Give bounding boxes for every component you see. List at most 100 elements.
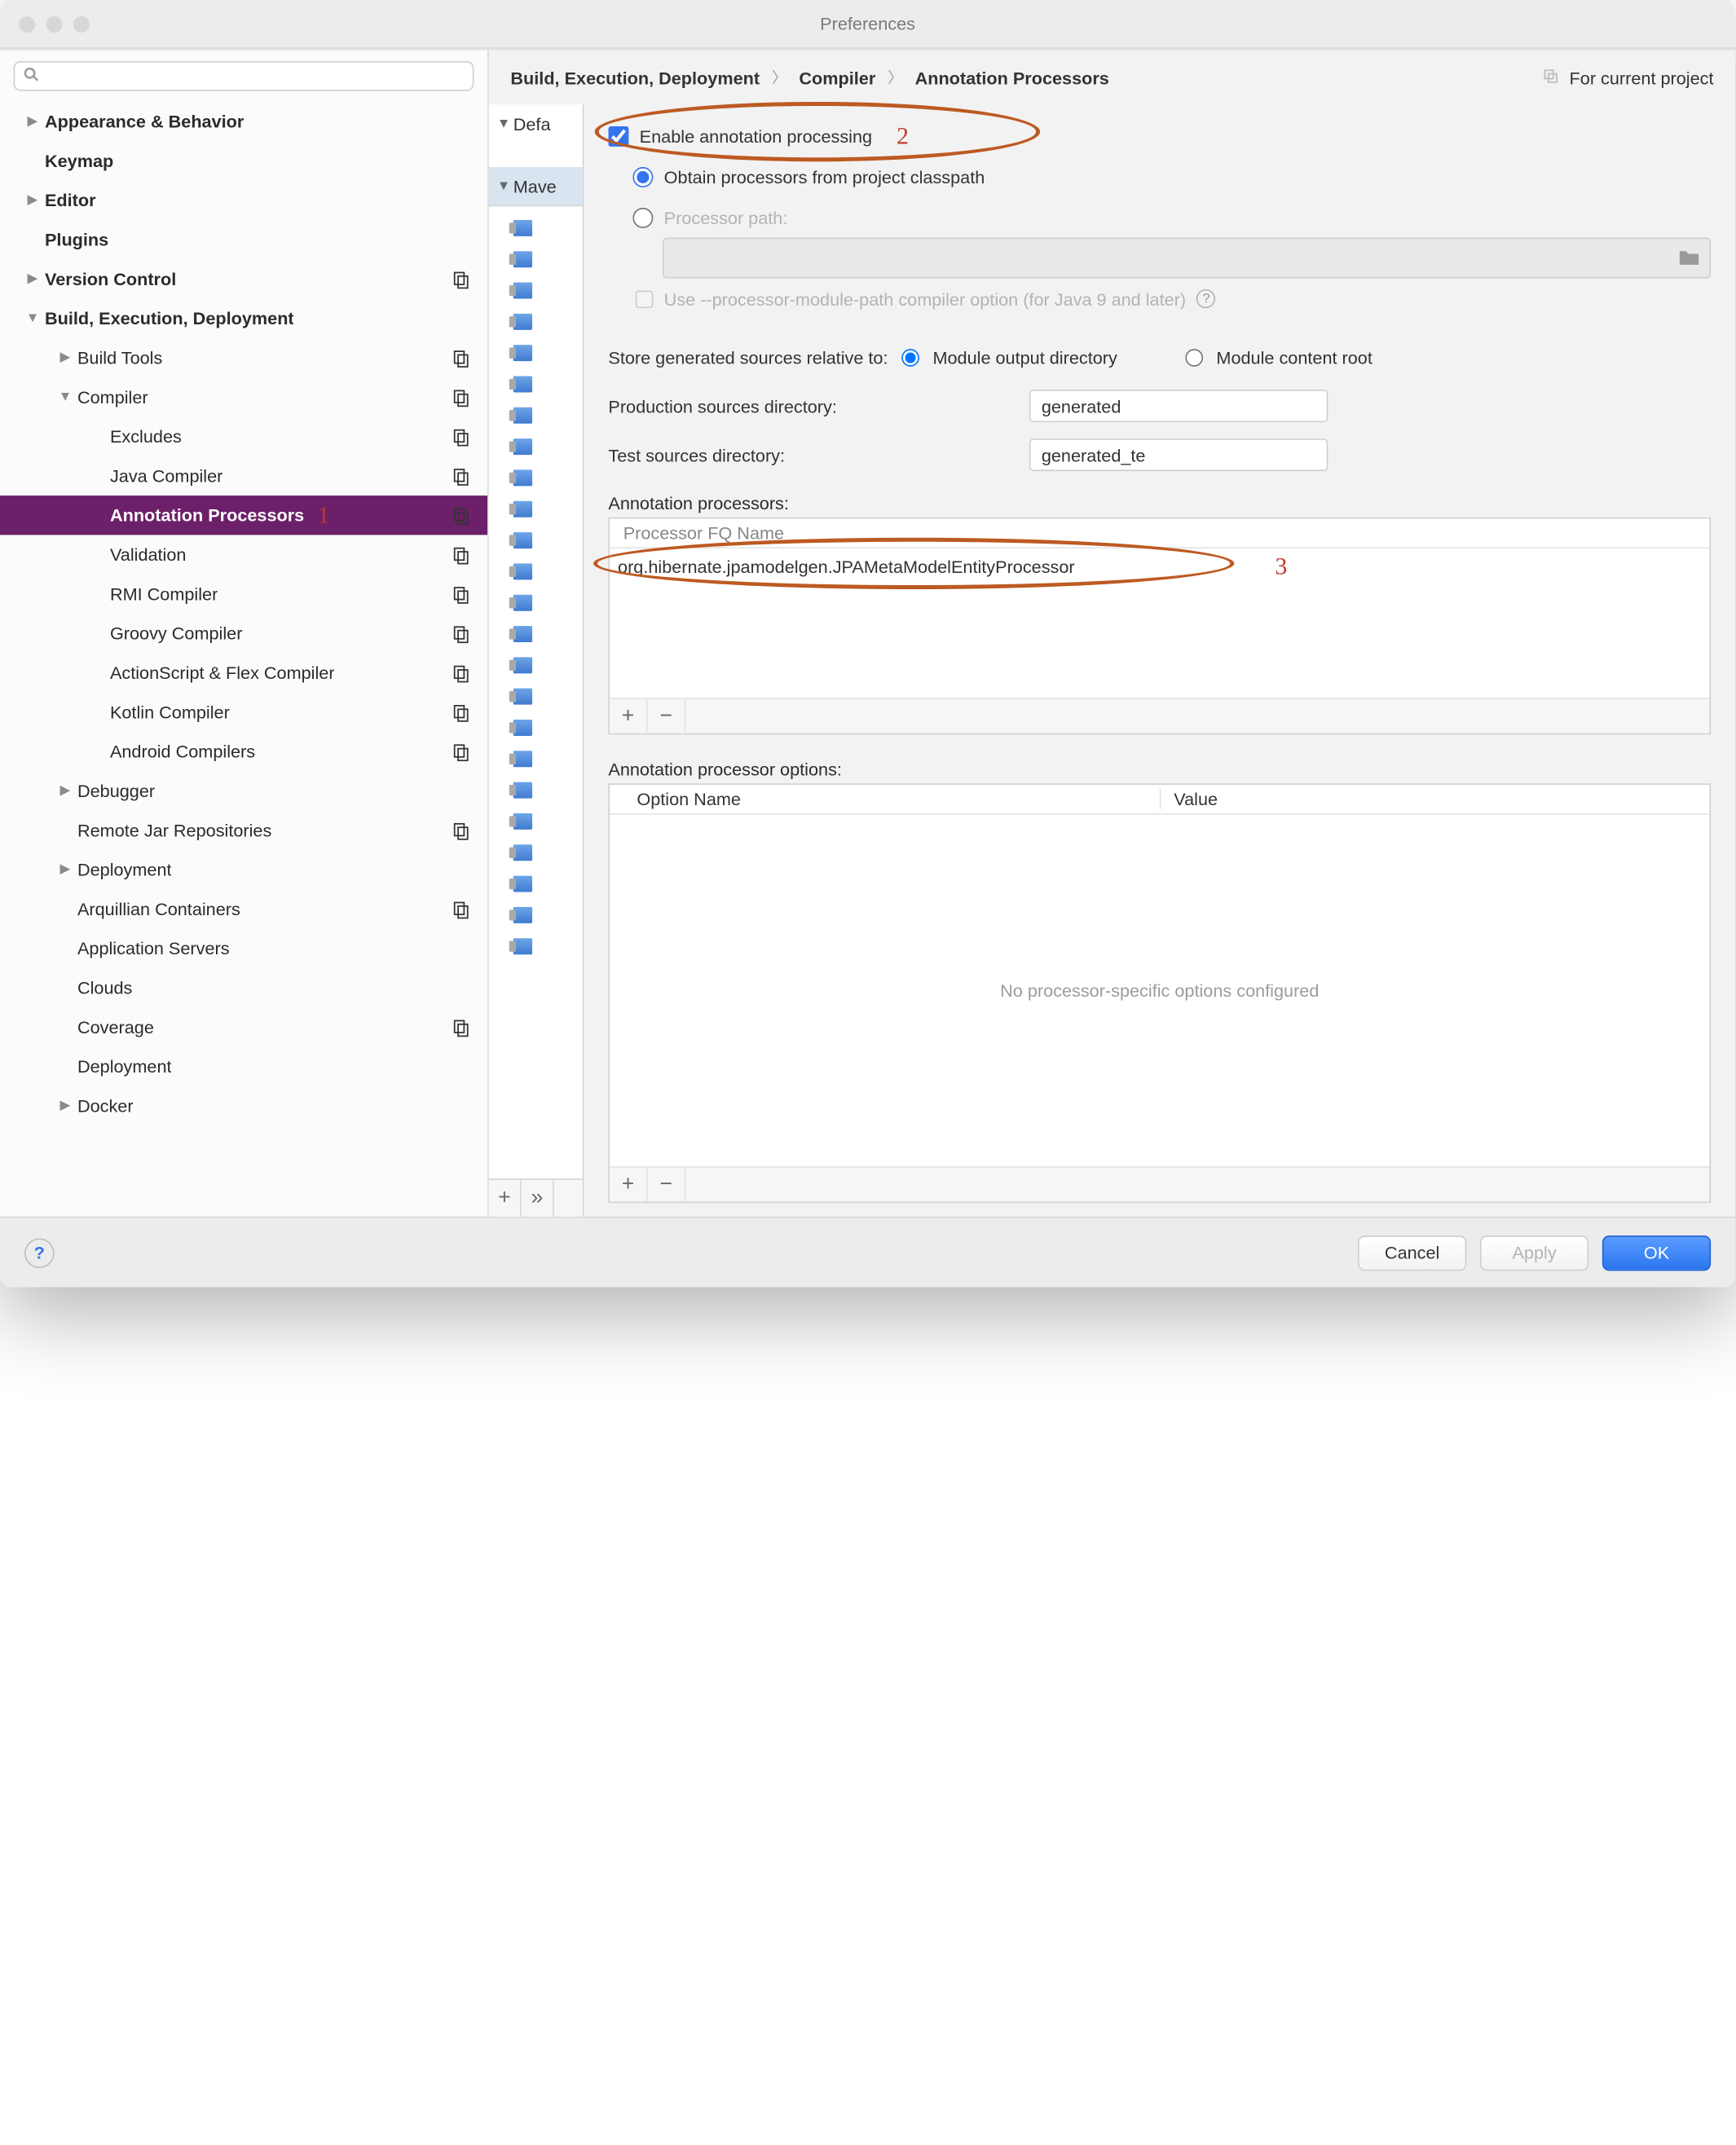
module-item[interactable] [489, 680, 583, 711]
copy-icon [452, 270, 471, 288]
sidebar-item-application-servers[interactable]: Application Servers [0, 929, 487, 968]
module-item[interactable] [489, 836, 583, 867]
apply-button[interactable]: Apply [1480, 1235, 1588, 1270]
chevron-right-icon: 〉 [760, 67, 799, 89]
add-profile-button[interactable]: + [489, 1180, 522, 1217]
remove-option-button[interactable]: − [648, 1168, 686, 1202]
processor-path-input [664, 239, 1669, 277]
module-item[interactable] [489, 399, 583, 430]
copy-icon [452, 900, 471, 918]
profile-default[interactable]: ▼ Defa [489, 104, 583, 143]
settings-tree[interactable]: ▶Appearance & BehaviorKeymap▶EditorPlugi… [0, 102, 487, 1217]
sidebar-item-clouds[interactable]: Clouds [0, 968, 487, 1007]
next-button[interactable]: » [522, 1180, 554, 1217]
sidebar-item-editor[interactable]: ▶Editor [0, 181, 487, 220]
module-item[interactable] [489, 461, 583, 492]
sidebar-item-deployment[interactable]: Deployment [0, 1046, 487, 1086]
sidebar-item-remote-jar-repositories[interactable]: Remote Jar Repositories [0, 811, 487, 850]
help-button[interactable]: ? [24, 1238, 55, 1268]
add-option-button[interactable]: + [610, 1168, 648, 1202]
sidebar-item-kotlin-compiler[interactable]: Kotlin Compiler [0, 693, 487, 732]
module-item[interactable] [489, 368, 583, 399]
sidebar-item-compiler[interactable]: ▼Compiler [0, 377, 487, 416]
sidebar-item-label: Clouds [77, 978, 132, 998]
module-item[interactable] [489, 930, 583, 961]
module-item[interactable] [489, 649, 583, 680]
copy-icon [452, 348, 471, 367]
annotation-processors-table: Processor FQ Name org.hibernate.jpamodel… [608, 518, 1711, 735]
module-item[interactable] [489, 212, 583, 243]
test-dir-label: Test sources directory: [608, 445, 1016, 465]
module-item[interactable] [489, 306, 583, 337]
module-item[interactable] [489, 524, 583, 555]
module-icon [513, 594, 532, 610]
module-item[interactable] [489, 275, 583, 306]
sidebar-item-deployment[interactable]: ▶Deployment [0, 850, 487, 889]
obtain-from-classpath-radio[interactable] [632, 166, 653, 187]
sidebar-item-appearance-behavior[interactable]: ▶Appearance & Behavior [0, 102, 487, 141]
sidebar-item-keymap[interactable]: Keymap [0, 141, 487, 180]
module-item[interactable] [489, 742, 583, 773]
sidebar-item-label: Build Tools [77, 347, 162, 368]
production-dir-input[interactable] [1029, 390, 1328, 422]
module-item[interactable] [489, 337, 583, 368]
preferences-window: Preferences ▶Appearance & BehaviorKeymap… [0, 0, 1735, 1287]
title-bar[interactable]: Preferences [0, 0, 1735, 49]
search-input[interactable] [47, 67, 464, 86]
module-item[interactable] [489, 430, 583, 461]
table-row[interactable]: org.hibernate.jpamodelgen.JPAMetaModelEn… [610, 548, 1709, 584]
module-content-root-radio[interactable] [1185, 348, 1203, 366]
sidebar-item-build-tools[interactable]: ▶Build Tools [0, 338, 487, 377]
profile-list[interactable]: ▼ Defa ▼ Mave + » [489, 104, 584, 1216]
enable-annotation-processing-checkbox[interactable] [608, 126, 628, 146]
sidebar-item-version-control[interactable]: ▶Version Control [0, 259, 487, 298]
sidebar-item-java-compiler[interactable]: Java Compiler [0, 456, 487, 496]
profile-maven[interactable]: ▼ Mave [489, 167, 583, 205]
sidebar-item-validation[interactable]: Validation [0, 535, 487, 574]
sidebar-item-excludes[interactable]: Excludes [0, 416, 487, 456]
module-item[interactable] [489, 899, 583, 930]
processor-module-path-label: Use --processor-module-path compiler opt… [664, 288, 1186, 309]
module-item[interactable] [489, 555, 583, 586]
sidebar-item-plugins[interactable]: Plugins [0, 220, 487, 259]
processor-path-radio[interactable] [632, 207, 653, 227]
module-item[interactable] [489, 493, 583, 524]
module-item[interactable] [489, 805, 583, 836]
remove-processor-button[interactable]: − [648, 699, 686, 733]
sidebar-item-rmi-compiler[interactable]: RMI Compiler [0, 575, 487, 614]
add-processor-button[interactable]: + [610, 699, 648, 733]
folder-icon[interactable] [1669, 239, 1710, 277]
module-item[interactable] [489, 774, 583, 805]
module-icon [513, 250, 532, 266]
module-item[interactable] [489, 618, 583, 649]
sidebar-item-arquillian-containers[interactable]: Arquillian Containers [0, 889, 487, 928]
sidebar-item-label: Arquillian Containers [77, 899, 240, 919]
breadcrumb-part[interactable]: Compiler [799, 67, 875, 87]
module-item[interactable] [489, 711, 583, 742]
module-icon [513, 531, 532, 548]
sidebar-item-label: Remote Jar Repositories [77, 820, 271, 840]
module-item[interactable] [489, 587, 583, 618]
module-item[interactable] [489, 243, 583, 274]
sidebar-item-docker[interactable]: ▶Docker [0, 1086, 487, 1125]
processor-path-label: Processor path: [664, 207, 788, 227]
sidebar-item-groovy-compiler[interactable]: Groovy Compiler [0, 614, 487, 653]
module-item[interactable] [489, 868, 583, 899]
sidebar-item-annotation-processors[interactable]: Annotation Processors1 [0, 496, 487, 535]
sidebar-item-label: Kotlin Compiler [110, 702, 230, 722]
ok-button[interactable]: OK [1602, 1235, 1711, 1270]
test-dir-input[interactable] [1029, 438, 1328, 471]
chevron-icon: ▶ [57, 1099, 73, 1113]
cancel-button[interactable]: Cancel [1358, 1235, 1466, 1270]
sidebar-item-build-execution-deployment[interactable]: ▼Build, Execution, Deployment [0, 299, 487, 338]
help-icon[interactable]: ? [1196, 289, 1215, 308]
sidebar-item-actionscript-flex-compiler[interactable]: ActionScript & Flex Compiler [0, 653, 487, 692]
breadcrumb-part[interactable]: Build, Execution, Deployment [510, 67, 760, 87]
module-list[interactable] [489, 206, 583, 961]
sidebar-item-coverage[interactable]: Coverage [0, 1007, 487, 1046]
sidebar-item-android-compilers[interactable]: Android Compilers [0, 732, 487, 771]
module-icon [513, 937, 532, 954]
sidebar-item-debugger[interactable]: ▶Debugger [0, 771, 487, 810]
module-output-directory-radio[interactable] [901, 348, 919, 366]
sidebar-item-label: Debugger [77, 781, 155, 801]
